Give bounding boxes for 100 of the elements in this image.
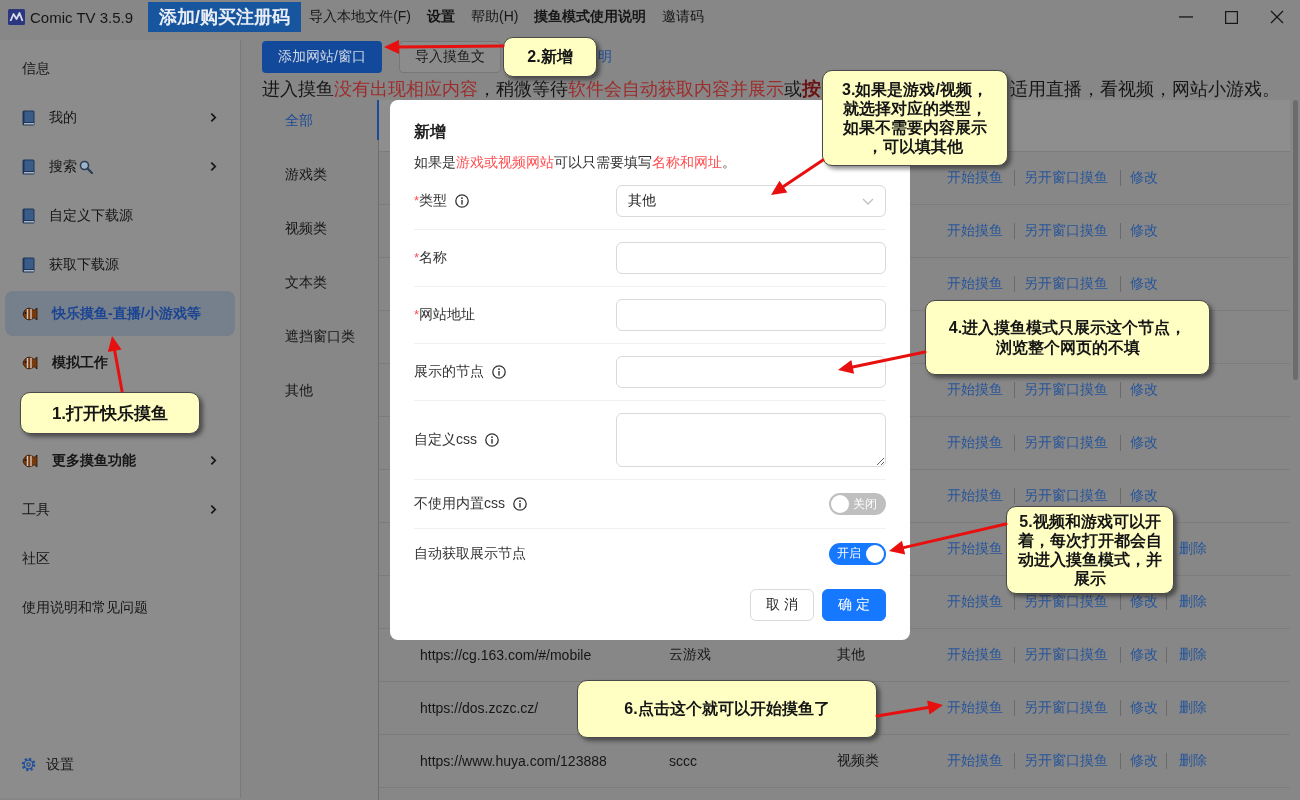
delete-link[interactable]: 删除 xyxy=(1179,540,1207,558)
edit-link[interactable]: 修改 xyxy=(1130,275,1158,293)
start-fishing-link[interactable]: 开始摸鱼 xyxy=(947,752,1003,770)
menu-item[interactable]: 导入本地文件(F) xyxy=(301,2,419,32)
new-window-link[interactable]: 另开窗口摸鱼 xyxy=(1024,487,1108,505)
text-input[interactable] xyxy=(616,242,886,274)
start-fishing-link[interactable]: 开始摸鱼 xyxy=(947,699,1003,717)
menu-item[interactable]: 帮助(H) xyxy=(463,2,527,32)
annotation-arrow xyxy=(107,336,124,393)
sidebar-item[interactable]: 搜索 xyxy=(5,144,235,189)
notice-text: 适用直播，看视频，网站小游戏。 xyxy=(1010,78,1280,100)
menu-item[interactable]: 邀请码 xyxy=(654,2,713,32)
category-tab[interactable]: 文本类 xyxy=(262,262,378,316)
chevron-down-icon xyxy=(862,197,874,205)
delete-link[interactable]: 删除 xyxy=(1179,593,1207,611)
edit-link[interactable]: 修改 xyxy=(1130,699,1158,717)
new-window-link[interactable]: 另开窗口摸鱼 xyxy=(1024,593,1108,611)
callout-note: 3.如果是游戏/视频，就选择对应的类型，如果不需要内容展示，可以填其他 xyxy=(822,70,1008,166)
cancel-button[interactable]: 取 消 xyxy=(750,589,814,621)
edit-link[interactable]: 修改 xyxy=(1130,593,1158,611)
new-window-link[interactable]: 另开窗口摸鱼 xyxy=(1024,434,1108,452)
edit-link[interactable]: 修改 xyxy=(1130,752,1158,770)
category-tab[interactable]: 全部 xyxy=(262,100,378,154)
fish-icon xyxy=(22,354,38,371)
callout-note: 6.点击这个就可以开始摸鱼了 xyxy=(577,680,877,738)
sidebar-item[interactable]: 信息 xyxy=(5,46,235,91)
table-cell: https://dos.zczc.cz/ xyxy=(420,700,539,716)
edit-link[interactable]: 修改 xyxy=(1130,169,1158,187)
start-fishing-link[interactable]: 开始摸鱼 xyxy=(947,381,1003,399)
menu-item[interactable]: 设置 xyxy=(419,2,463,32)
edit-link[interactable]: 修改 xyxy=(1130,381,1158,399)
sidebar-item[interactable]: 自定义下载源 xyxy=(5,193,235,238)
new-window-link[interactable]: 另开窗口摸鱼 xyxy=(1024,275,1108,293)
dialog-hint: 如果是游戏或视频网站可以只需要填写名称和网址。 xyxy=(414,153,736,172)
sidebar-item[interactable]: 我的 xyxy=(5,95,235,140)
css-text-area[interactable] xyxy=(616,413,886,467)
new-window-link[interactable]: 另开窗口摸鱼 xyxy=(1024,699,1108,717)
sidebar-item[interactable]: 设置 xyxy=(5,742,235,787)
menu-item[interactable]: 添加/购买注册码 xyxy=(148,2,302,32)
delete-link[interactable]: 删除 xyxy=(1179,752,1207,770)
field-label: *类型 xyxy=(414,192,448,210)
start-fishing-link[interactable]: 开始摸鱼 xyxy=(947,540,1003,558)
start-fishing-link[interactable]: 开始摸鱼 xyxy=(947,593,1003,611)
fish-icon xyxy=(22,452,38,469)
table-cell: https://www.huya.com/123888 xyxy=(420,753,607,769)
start-fishing-link[interactable]: 开始摸鱼 xyxy=(947,646,1003,664)
start-fishing-link[interactable]: 开始摸鱼 xyxy=(947,275,1003,293)
text-input[interactable] xyxy=(616,356,886,388)
start-fishing-link[interactable]: 开始摸鱼 xyxy=(947,487,1003,505)
maximize-icon[interactable] xyxy=(1225,10,1238,24)
sidebar-item[interactable]: 工具 xyxy=(5,487,235,532)
add-site-button[interactable]: 添加网站/窗口 xyxy=(262,41,382,73)
category-tab[interactable]: 其他 xyxy=(262,370,378,424)
edit-link[interactable]: 修改 xyxy=(1130,646,1158,664)
annotation-arrow xyxy=(771,158,825,195)
start-fishing-link[interactable]: 开始摸鱼 xyxy=(947,434,1003,452)
new-window-link[interactable]: 另开窗口摸鱼 xyxy=(1024,222,1108,240)
field-label: 自动获取展示节点 xyxy=(414,544,526,563)
sidebar-item[interactable]: 社区 xyxy=(5,536,235,581)
callout-note: 1.打开快乐摸鱼 xyxy=(20,392,200,434)
sidebar-item[interactable]: 模拟工作 xyxy=(5,340,235,385)
help-link[interactable]: 明 xyxy=(597,48,612,66)
category-tab[interactable]: 视频类 xyxy=(262,208,378,262)
text-input[interactable] xyxy=(616,299,886,331)
new-window-link[interactable]: 另开窗口摸鱼 xyxy=(1024,169,1108,187)
close-icon[interactable] xyxy=(1270,10,1284,24)
notice-text: 进入摸鱼没有出现相应内容，稍微等待软件会自动获取内容并展示或按 xyxy=(262,78,821,100)
sidebar-item[interactable]: 更多摸鱼功能 xyxy=(5,438,235,483)
delete-link[interactable]: 删除 xyxy=(1179,646,1207,664)
field-label: 自定义css xyxy=(414,431,477,449)
category-tab[interactable]: 遮挡窗口类 xyxy=(262,316,378,370)
field-label: 不使用内置css xyxy=(414,495,505,513)
new-window-link[interactable]: 另开窗口摸鱼 xyxy=(1024,381,1108,399)
new-window-link[interactable]: 另开窗口摸鱼 xyxy=(1024,646,1108,664)
sidebar-item[interactable]: 使用说明和常见问题 xyxy=(5,585,235,630)
callout-note: 5.视频和游戏可以开着，每次打开都会自动进入摸鱼模式，并展示 xyxy=(1006,506,1174,594)
sidebar-item[interactable]: 快乐摸鱼-直播/小游戏等 xyxy=(5,291,235,336)
start-fishing-link[interactable]: 开始摸鱼 xyxy=(947,222,1003,240)
book-icon xyxy=(22,158,35,175)
scrollbar-thumb[interactable] xyxy=(1293,100,1298,380)
edit-link[interactable]: 修改 xyxy=(1130,434,1158,452)
edit-link[interactable]: 修改 xyxy=(1130,487,1158,505)
logo-icon xyxy=(8,9,25,25)
field-label: 展示的节点 xyxy=(414,363,484,381)
new-window-link[interactable]: 另开窗口摸鱼 xyxy=(1024,752,1108,770)
toggle-switch[interactable]: 关闭 xyxy=(829,493,886,515)
table-cell: https://cg.163.com/#/mobile xyxy=(420,647,592,663)
book-icon xyxy=(22,207,35,224)
delete-link[interactable]: 删除 xyxy=(1179,699,1207,717)
minimize-icon[interactable] xyxy=(1179,16,1193,18)
confirm-button[interactable]: 确 定 xyxy=(822,589,886,621)
toggle-switch[interactable]: 开启 xyxy=(829,542,886,565)
search-icon xyxy=(79,159,93,174)
edit-link[interactable]: 修改 xyxy=(1130,222,1158,240)
callout-note: 2.新增 xyxy=(503,37,597,77)
start-fishing-link[interactable]: 开始摸鱼 xyxy=(947,169,1003,187)
sidebar-item[interactable]: 获取下载源 xyxy=(5,242,235,287)
category-tab[interactable]: 游戏类 xyxy=(262,154,378,208)
menu-item[interactable]: 摸鱼模式使用说明 xyxy=(526,2,655,32)
book-icon xyxy=(22,256,35,273)
